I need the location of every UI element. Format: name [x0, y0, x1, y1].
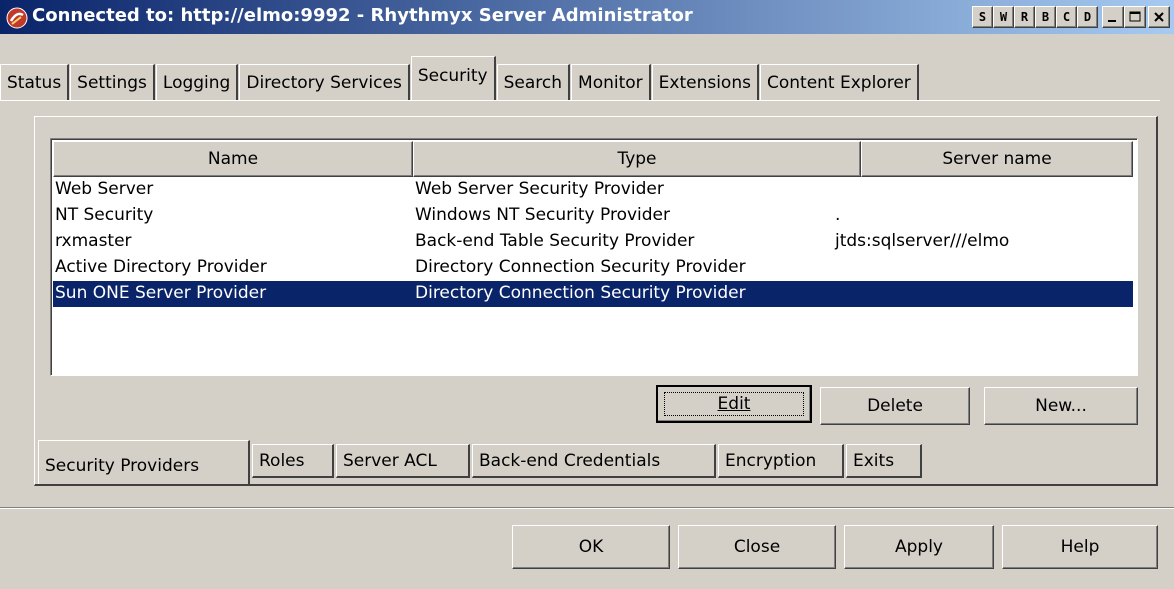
maximize-icon	[1129, 11, 1141, 22]
row-name: rxmaster	[55, 231, 132, 251]
close-button[interactable]: Close	[678, 525, 836, 569]
row-name: NT Security	[55, 205, 154, 225]
table-row[interactable]: rxmaster Back-end Table Security Provide…	[53, 229, 1133, 255]
row-server: .	[835, 205, 841, 225]
server-w-button[interactable]: W	[993, 6, 1014, 28]
row-type: Windows NT Security Provider	[415, 205, 670, 225]
server-s-button[interactable]: S	[972, 6, 993, 28]
tab-encryption[interactable]: Encryption	[718, 444, 844, 478]
tab-monitor[interactable]: Monitor	[571, 64, 651, 100]
row-server: jtds:sqlserver///elmo	[835, 231, 1010, 251]
tab-status[interactable]: Status	[0, 64, 70, 100]
help-button[interactable]: Help	[1002, 525, 1158, 569]
app-icon	[6, 7, 28, 29]
close-window-button[interactable]	[1148, 6, 1170, 28]
tab-server-acl[interactable]: Server ACL	[336, 444, 470, 478]
server-c-button[interactable]: C	[1056, 6, 1077, 28]
security-providers-table[interactable]: Name Type Server name Web Server Web Ser…	[50, 138, 1138, 376]
tab-roles[interactable]: Roles	[252, 444, 334, 478]
apply-button[interactable]: Apply	[844, 525, 994, 569]
server-b-button[interactable]: B	[1035, 6, 1056, 28]
column-header-server-name[interactable]: Server name	[861, 141, 1133, 177]
tab-search[interactable]: Search	[496, 64, 571, 100]
tab-settings[interactable]: Settings	[70, 64, 155, 100]
table-row[interactable]: Active Directory Provider Directory Conn…	[53, 255, 1133, 281]
row-type: Web Server Security Provider	[415, 179, 664, 199]
delete-button[interactable]: Delete	[820, 387, 970, 425]
title-bar[interactable]: Connected to: http://elmo:9992 - Rhythmy…	[0, 0, 1174, 34]
close-icon	[1154, 12, 1164, 22]
row-name: Active Directory Provider	[55, 257, 267, 277]
tab-security-providers[interactable]: Security Providers	[38, 440, 250, 484]
edit-button[interactable]: Edit	[656, 385, 812, 423]
server-r-button[interactable]: R	[1014, 6, 1035, 28]
table-row-selected[interactable]: Sun ONE Server Provider Directory Connec…	[53, 281, 1133, 307]
column-header-name[interactable]: Name	[53, 141, 413, 177]
tab-back-end-credentials[interactable]: Back-end Credentials	[472, 444, 716, 478]
column-header-type[interactable]: Type	[413, 141, 861, 177]
focus-indicator	[664, 392, 804, 416]
tab-content-explorer[interactable]: Content Explorer	[759, 64, 919, 100]
table-row[interactable]: Web Server Web Server Security Provider	[53, 177, 1133, 203]
maximize-button[interactable]	[1124, 6, 1146, 28]
window-title: Connected to: http://elmo:9992 - Rhythmy…	[32, 5, 693, 26]
tab-directory-services[interactable]: Directory Services	[239, 64, 410, 100]
new-button[interactable]: New...	[984, 387, 1138, 425]
row-name: Web Server	[55, 179, 154, 199]
row-name: Sun ONE Server Provider	[55, 283, 267, 303]
tab-divider	[0, 100, 1160, 101]
main-tab-strip: Status Settings Logging Directory Servic…	[0, 56, 920, 100]
minimize-button[interactable]	[1102, 6, 1124, 28]
minimize-icon	[1108, 20, 1116, 22]
server-d-button[interactable]: D	[1077, 6, 1098, 28]
row-type: Directory Connection Security Provider	[415, 257, 746, 277]
tab-logging[interactable]: Logging	[155, 64, 239, 100]
tab-extensions[interactable]: Extensions	[651, 64, 759, 100]
tab-exits[interactable]: Exits	[846, 444, 922, 478]
ok-button[interactable]: OK	[512, 525, 670, 569]
row-type: Back-end Table Security Provider	[415, 231, 695, 251]
tab-security[interactable]: Security	[410, 56, 496, 100]
separator-highlight	[0, 508, 1174, 509]
table-row[interactable]: NT Security Windows NT Security Provider…	[53, 203, 1133, 229]
row-type: Directory Connection Security Provider	[415, 283, 746, 303]
